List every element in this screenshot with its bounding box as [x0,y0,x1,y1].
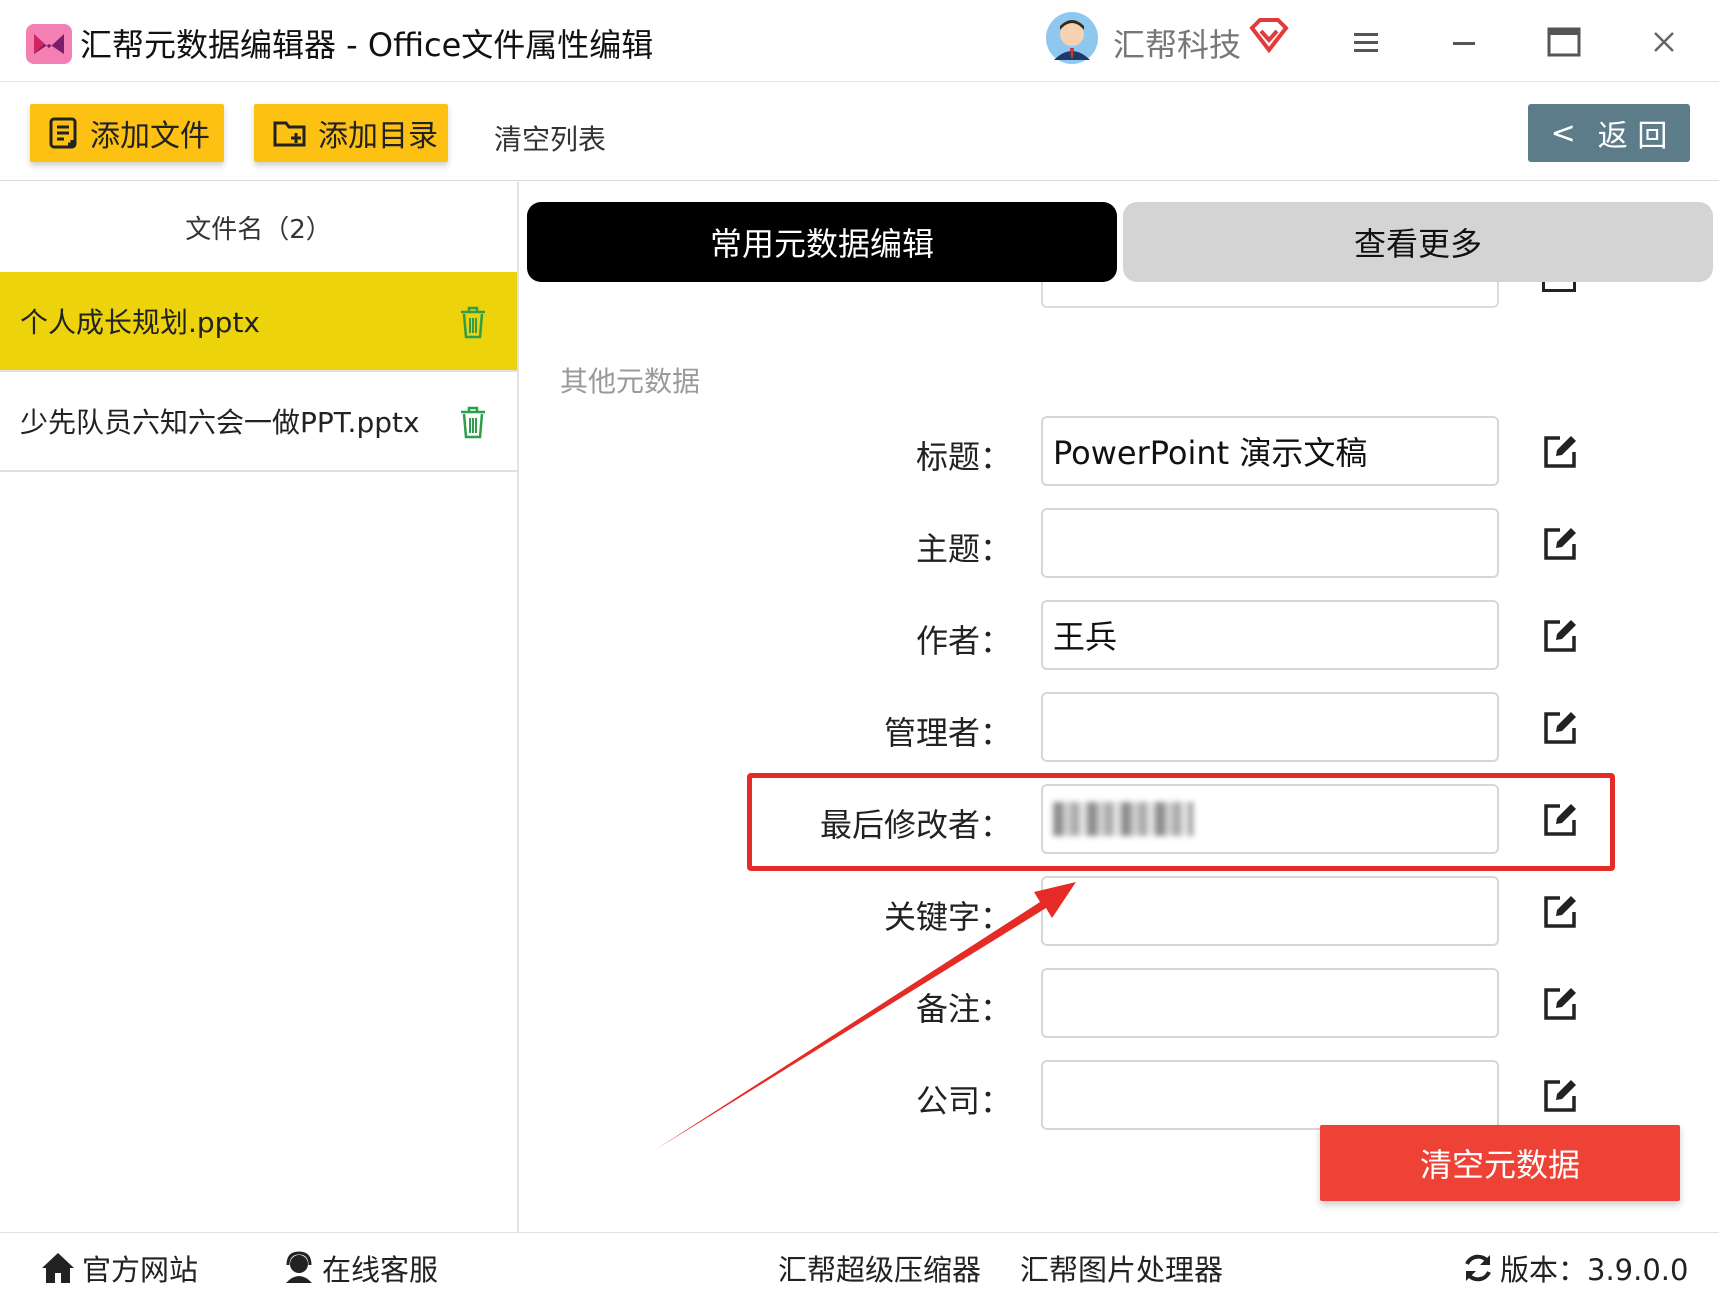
comments-field[interactable] [1041,968,1499,1038]
minimize-icon [1453,42,1475,45]
add-folder-icon [273,121,306,147]
add-file-label: 添加文件 [90,119,210,154]
manager-field[interactable] [1041,692,1499,762]
edit-icon[interactable] [1542,526,1578,562]
app-logo-icon [26,24,72,64]
add-folder-label: 添加目录 [318,119,438,154]
field-label-keywords: 关键字： [883,898,1012,936]
user-avatar-icon[interactable] [1046,12,1098,64]
edit-icon[interactable] [1542,986,1578,1022]
file-list-header: 文件名（2） [185,214,332,245]
field-label-subject: 主题： [915,530,1012,568]
title-bar: 汇帮元数据编辑器 - Office文件属性编辑 汇帮科技 [0,0,1719,82]
trash-icon[interactable] [457,404,489,440]
online-support-label: 在线客服 [322,1253,439,1287]
file-name: 少先队员六知六会一做PPT.pptx [20,406,420,439]
official-website-label: 官方网站 [82,1253,199,1287]
company-name: 汇帮科技 [1113,26,1242,64]
edit-icon[interactable] [1542,1078,1578,1114]
add-file-button[interactable]: 添加文件 [30,104,224,162]
field-label-author: 作者： [915,622,1012,660]
clear-metadata-button[interactable]: 清空元数据 [1320,1125,1680,1201]
title-field[interactable]: PowerPoint 演示文稿 [1041,416,1499,486]
tab-common-metadata[interactable]: 常用元数据编辑 [527,202,1117,282]
chevron-left-icon: < [1550,115,1576,151]
clear-list-button[interactable]: 清空列表 [494,118,606,158]
field-label-title: 标题： [915,438,1012,476]
official-website-link[interactable]: 官方网站 [40,1247,198,1289]
minimize-button[interactable] [1440,18,1488,66]
file-list-panel: 文件名（2） 个人成长规划.pptx 少先队员六知六会一做PPT.pptx [0,182,519,1232]
toolbar: 添加文件 添加目录 清空列表 < 返 回 [0,82,1719,181]
edit-icon[interactable] [1542,434,1578,470]
edit-icon[interactable] [1542,802,1578,838]
add-folder-button[interactable]: 添加目录 [254,104,448,162]
home-icon [42,1253,74,1283]
back-button[interactable]: < 返 回 [1528,104,1690,162]
field-label-company: 公司： [915,1082,1012,1120]
tab-view-more[interactable]: 查看更多 [1123,202,1713,282]
field-label-last-modified-by: 最后修改者： [819,806,1012,844]
compressor-link[interactable]: 汇帮超级压缩器 [778,1247,981,1289]
close-icon [1654,32,1674,52]
field-label-manager: 管理者： [883,714,1012,752]
add-file-icon [49,117,77,149]
keywords-field[interactable] [1041,876,1499,946]
trash-icon[interactable] [457,304,489,340]
edit-icon[interactable] [1542,894,1578,930]
online-support-link[interactable]: 在线客服 [282,1247,438,1289]
blurred-value [1053,802,1193,836]
refresh-icon [1465,1254,1491,1282]
vip-diamond-icon[interactable] [1248,16,1290,56]
company-field[interactable] [1041,1060,1499,1130]
maximize-icon [1547,27,1581,57]
support-agent-icon [286,1251,312,1283]
close-button[interactable] [1640,18,1688,66]
footer: 官方网站 在线客服 汇帮超级压缩器 汇帮图片处理器 版本：3.9.0.0 [0,1232,1719,1299]
version-label: 版本：3.9.0.0 [1500,1253,1689,1287]
edit-icon[interactable] [1542,618,1578,654]
hamburger-menu-icon [1354,33,1378,52]
image-processor-link[interactable]: 汇帮图片处理器 [1020,1247,1223,1289]
version-info[interactable]: 版本：3.9.0.0 [1462,1247,1688,1289]
file-list-item[interactable]: 个人成长规划.pptx [0,272,517,372]
edit-icon[interactable] [1542,710,1578,746]
author-field[interactable]: 王兵 [1041,600,1499,670]
field-label-comments: 备注： [915,990,1012,1028]
subject-field[interactable] [1041,508,1499,578]
file-list-item[interactable]: 少先队员六知六会一做PPT.pptx [0,372,517,472]
file-name: 个人成长规划.pptx [20,306,260,339]
menu-button[interactable] [1342,18,1390,66]
maximize-button[interactable] [1540,18,1588,66]
last-modified-by-field[interactable] [1041,784,1499,854]
section-label-other: 其他元数据 [560,365,701,398]
back-label: 返 回 [1597,119,1668,154]
app-title: 汇帮元数据编辑器 - Office文件属性编辑 [80,26,654,64]
